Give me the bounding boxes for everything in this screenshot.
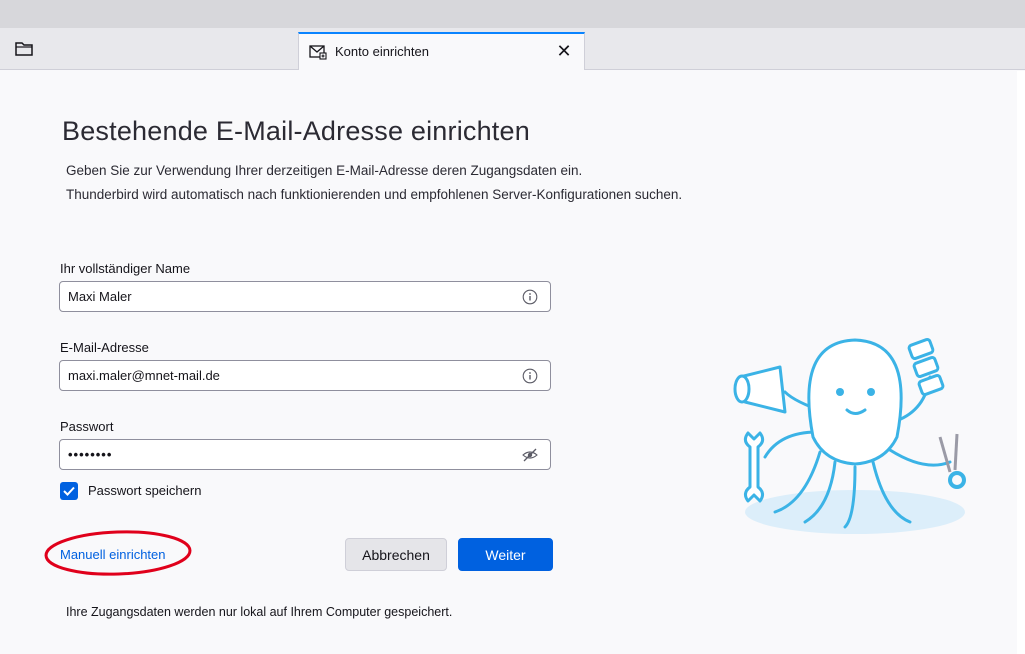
window-titlebar <box>0 0 1025 28</box>
folder-icon[interactable] <box>14 40 34 58</box>
password-label: Passwort <box>60 419 114 434</box>
page-title: Bestehende E-Mail-Adresse einrichten <box>62 116 530 146</box>
page-description-line-1: Geben Sie zur Verwendung Ihrer derzeitig… <box>66 163 583 178</box>
next-button[interactable]: Weiter <box>458 538 553 571</box>
email-label: E-Mail-Adresse <box>60 340 149 355</box>
email-input[interactable] <box>60 361 510 390</box>
eye-slash-icon[interactable] <box>522 447 538 463</box>
tab-label: Konto einrichten <box>335 44 429 59</box>
page-description-line-2: Thunderbird wird automatisch nach funkti… <box>66 187 683 202</box>
remember-password-checkbox[interactable] <box>60 482 78 500</box>
octopus-mascot-illustration <box>733 338 966 534</box>
name-input[interactable] <box>60 282 510 311</box>
info-icon[interactable] <box>522 289 538 305</box>
cancel-button[interactable]: Abbrechen <box>345 538 447 571</box>
remember-password-label: Passwort speichern <box>88 483 202 498</box>
tab-account-setup[interactable]: Konto einrichten ✕ <box>298 32 585 70</box>
tab-bar: Konto einrichten ✕ <box>0 28 1025 70</box>
checkmark-icon <box>63 486 75 496</box>
mail-setup-icon <box>309 44 327 60</box>
password-input[interactable] <box>60 440 510 469</box>
password-field-wrapper <box>59 439 551 470</box>
name-label: Ihr vollständiger Name <box>60 261 191 276</box>
annotation-ellipse <box>44 530 192 576</box>
privacy-note: Ihre Zugangsdaten werden nur lokal auf I… <box>66 605 453 619</box>
info-icon[interactable] <box>522 368 538 384</box>
close-tab-icon[interactable]: ✕ <box>554 41 574 61</box>
window-edge <box>1017 71 1025 654</box>
name-field-wrapper <box>59 281 551 312</box>
email-field-wrapper <box>59 360 551 391</box>
